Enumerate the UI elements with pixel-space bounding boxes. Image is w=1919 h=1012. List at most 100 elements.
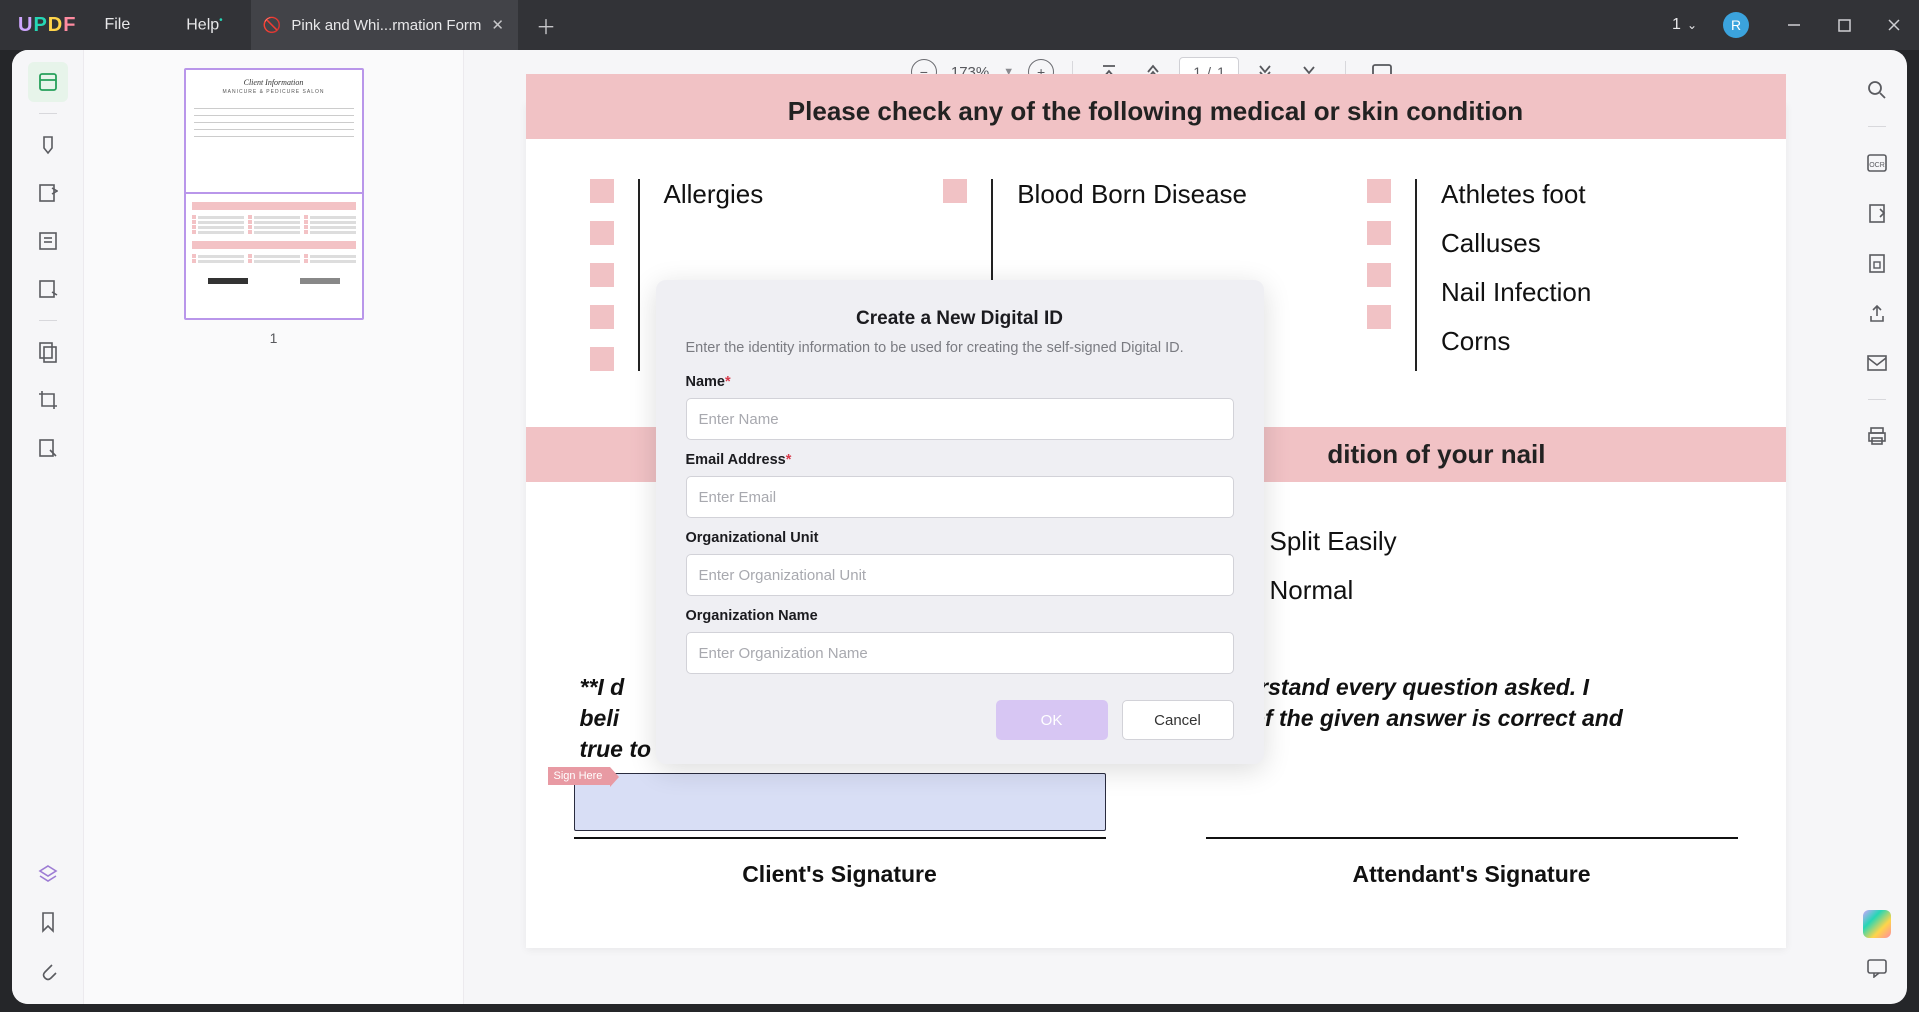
comment-tool-icon xyxy=(38,182,58,204)
redact-icon xyxy=(37,437,59,459)
left-tool-rail xyxy=(12,50,84,1004)
redact-button[interactable] xyxy=(28,428,68,468)
nail-condition-label: Split Easily xyxy=(1270,526,1397,557)
condition-label: Allergies xyxy=(664,179,764,210)
bookmark-icon xyxy=(39,911,57,933)
form-tool-icon xyxy=(38,278,58,300)
checkbox[interactable] xyxy=(943,179,967,203)
avatar[interactable]: R xyxy=(1723,12,1749,38)
lock-icon xyxy=(1867,252,1887,274)
signature-line xyxy=(1206,837,1738,839)
signature-line xyxy=(574,837,1106,839)
right-tool-rail: OCR xyxy=(1847,50,1907,1004)
highlighter-button[interactable] xyxy=(28,125,68,165)
attachments-button[interactable] xyxy=(28,950,68,990)
comment-tool-button[interactable] xyxy=(28,173,68,213)
search-button[interactable] xyxy=(1857,70,1897,110)
chat-icon xyxy=(1866,958,1888,978)
rail-separator xyxy=(39,113,57,114)
search-icon xyxy=(1866,79,1888,101)
digital-id-dialog: Create a New Digital ID Enter the identi… xyxy=(656,280,1264,764)
ocr-button[interactable]: OCR xyxy=(1857,143,1897,183)
org-unit-input[interactable] xyxy=(686,554,1234,596)
org-name-input[interactable] xyxy=(686,632,1234,674)
condition-label: Nail Infection xyxy=(1441,277,1591,308)
help-indicator-dot: • xyxy=(219,15,223,26)
thumb-doc-subtitle: MANICURE & PEDICURE SALON xyxy=(194,89,354,95)
checkbox[interactable] xyxy=(1367,179,1391,203)
column-divider xyxy=(638,179,640,371)
protect-button[interactable] xyxy=(1857,243,1897,283)
form-tool-button[interactable] xyxy=(28,269,68,309)
email-label: Email Address* xyxy=(686,452,1234,468)
condition-label: Corns xyxy=(1441,326,1591,357)
cancel-button[interactable]: Cancel xyxy=(1122,700,1234,740)
app-logo: UPDF xyxy=(18,14,76,37)
signature-row: Sign Here Client's Signature Attendant's… xyxy=(556,773,1756,888)
organize-pages-button[interactable] xyxy=(28,332,68,372)
checkbox[interactable] xyxy=(1367,221,1391,245)
paperclip-icon xyxy=(38,959,58,981)
org-name-label: Organization Name xyxy=(686,608,1234,624)
tab-add-button[interactable]: ＋ xyxy=(518,11,574,40)
thumbnail-page-number: 1 xyxy=(270,330,278,346)
attendant-signature-label: Attendant's Signature xyxy=(1206,861,1738,888)
ai-assistant-button[interactable] xyxy=(1863,910,1891,938)
email-icon xyxy=(1866,354,1888,372)
print-button[interactable] xyxy=(1857,416,1897,456)
window-maximize-button[interactable] xyxy=(1819,0,1869,50)
checkbox[interactable] xyxy=(1367,263,1391,287)
attendant-signature-block: Attendant's Signature xyxy=(1206,773,1738,888)
highlighter-icon xyxy=(38,134,58,156)
chat-button[interactable] xyxy=(1857,948,1897,988)
client-signature-block: Sign Here Client's Signature xyxy=(574,773,1106,888)
share-button[interactable] xyxy=(1857,293,1897,333)
checkbox[interactable] xyxy=(590,347,614,371)
export-button[interactable] xyxy=(1857,193,1897,233)
layers-icon xyxy=(37,863,59,885)
rail-separator xyxy=(1868,126,1886,127)
client-signature-field[interactable] xyxy=(574,773,1106,831)
layers-button[interactable] xyxy=(28,854,68,894)
checkbox[interactable] xyxy=(590,221,614,245)
menu-help-label: Help xyxy=(186,17,219,34)
share-icon xyxy=(1867,302,1887,324)
edit-tool-button[interactable] xyxy=(28,221,68,261)
window-count[interactable]: 1⌄ xyxy=(1672,16,1697,34)
condition-label: Athletes foot xyxy=(1441,179,1591,210)
medical-condition-banner: Please check any of the following medica… xyxy=(526,74,1786,139)
checkbox[interactable] xyxy=(590,263,614,287)
window-close-button[interactable] xyxy=(1869,0,1919,50)
tab-close-button[interactable]: ✕ xyxy=(491,16,504,34)
crop-button[interactable] xyxy=(28,380,68,420)
window-count-value: 1 xyxy=(1672,16,1681,34)
rail-separator xyxy=(1868,399,1886,400)
name-label: Name* xyxy=(686,374,1234,390)
maximize-icon xyxy=(1838,19,1851,32)
print-icon xyxy=(1866,425,1888,447)
menu-file[interactable]: File xyxy=(76,16,158,34)
readonly-icon: 🚫 xyxy=(263,16,282,34)
checkbox[interactable] xyxy=(590,179,614,203)
menu-help[interactable]: Help• xyxy=(158,15,250,34)
crop-icon xyxy=(37,389,59,411)
document-tab[interactable]: 🚫 Pink and Whi...rmation Form ✕ xyxy=(251,0,518,50)
export-icon xyxy=(1867,202,1887,224)
svg-text:OCR: OCR xyxy=(1869,162,1885,169)
sign-here-tag: Sign Here xyxy=(548,767,611,785)
dialog-title: Create a New Digital ID xyxy=(686,308,1234,330)
minimize-icon xyxy=(1787,18,1801,32)
window-minimize-button[interactable] xyxy=(1769,0,1819,50)
ok-button[interactable]: OK xyxy=(996,700,1108,740)
email-button[interactable] xyxy=(1857,343,1897,383)
chevron-down-icon: ⌄ xyxy=(1687,18,1697,32)
bookmarks-button[interactable] xyxy=(28,902,68,942)
page-thumbnail[interactable]: Client Information MANICURE & PEDICURE S… xyxy=(184,68,364,320)
dialog-subtitle: Enter the identity information to be use… xyxy=(686,340,1234,356)
checkbox[interactable] xyxy=(1367,305,1391,329)
name-input[interactable] xyxy=(686,398,1234,440)
thumbnails-button[interactable] xyxy=(28,62,68,102)
email-input[interactable] xyxy=(686,476,1234,518)
checkbox[interactable] xyxy=(590,305,614,329)
condition-label: Calluses xyxy=(1441,228,1591,259)
